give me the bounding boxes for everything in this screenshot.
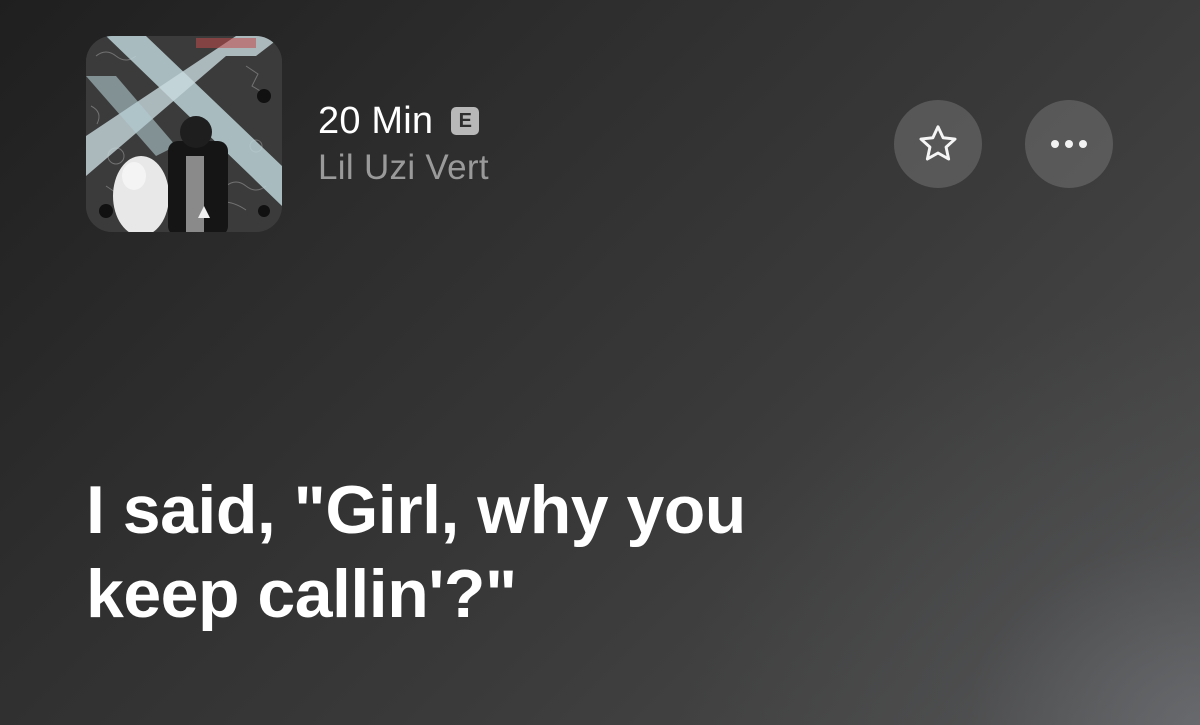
ellipsis-icon — [1051, 140, 1087, 148]
lyric-line[interactable]: I said, "Girl, why you — [86, 468, 1146, 552]
dot — [1051, 140, 1059, 148]
more-options-button[interactable] — [1025, 100, 1113, 188]
album-cover-image — [86, 36, 282, 232]
dot — [1065, 140, 1073, 148]
artist-name[interactable]: Lil Uzi Vert — [318, 148, 489, 188]
explicit-badge: E — [451, 107, 480, 135]
lyric-line[interactable]: keep callin'?" — [86, 552, 1146, 636]
album-artwork[interactable] — [86, 36, 282, 232]
track-info[interactable]: 20 Min E Lil Uzi Vert — [318, 98, 489, 188]
now-playing-header: 20 Min E Lil Uzi Vert — [0, 0, 1200, 260]
title-row: 20 Min E — [318, 98, 489, 144]
favorite-button[interactable] — [894, 100, 982, 188]
dot — [1079, 140, 1087, 148]
lyrics-panel[interactable]: I said, "Girl, why you keep callin'?" — [86, 468, 1146, 636]
star-icon — [919, 125, 957, 161]
track-title: 20 Min — [318, 99, 434, 142]
